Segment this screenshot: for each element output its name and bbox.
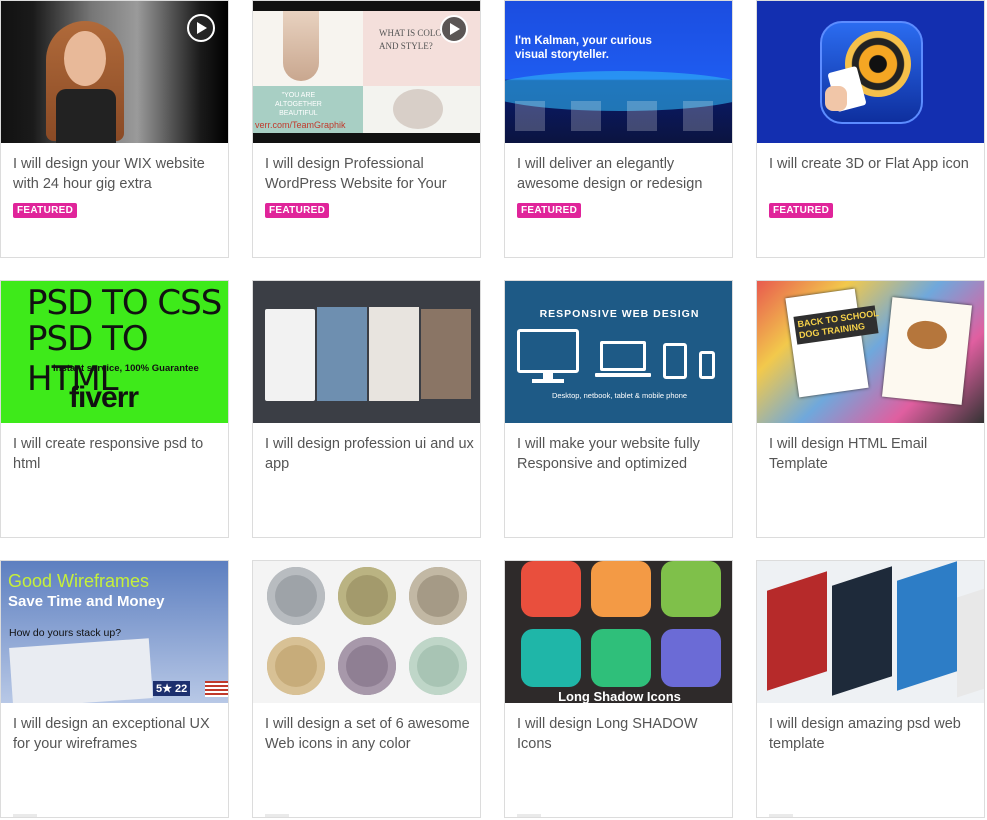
gig-title[interactable]: I will design HTML Email Template bbox=[769, 434, 979, 474]
thumb-line3: Instant service, 100% Guarantee bbox=[53, 363, 199, 374]
gig-title[interactable]: I will create responsive psd to html bbox=[13, 434, 223, 474]
desktop-icon bbox=[517, 329, 579, 373]
gig-title[interactable]: I will deliver an elegantly awesome desi… bbox=[517, 154, 727, 194]
map-pin-icon bbox=[661, 561, 721, 617]
featured-badge: FEATURED bbox=[265, 203, 330, 218]
gig-grid: I will design your WIX website with 24 h… bbox=[0, 0, 987, 820]
thumb-line1: PSD TO CSS bbox=[27, 283, 222, 323]
thumb-heading: WHAT IS COLO AND STYLE? bbox=[379, 28, 442, 51]
gig-card[interactable]: I'm Kalman, your curious visual storytel… bbox=[504, 0, 733, 258]
play-icon[interactable] bbox=[187, 14, 215, 42]
chart-icon bbox=[409, 637, 467, 695]
graduation-cap-icon bbox=[521, 561, 581, 617]
gig-thumbnail[interactable]: Long Shadow Icons bbox=[505, 561, 732, 703]
laptop-icon bbox=[600, 341, 646, 371]
featured-badge: FEATURED bbox=[517, 203, 582, 218]
thumb-quote: "YOU ARE ALTOGETHER BEAUTIFUL bbox=[275, 92, 322, 117]
footer-stub bbox=[517, 814, 541, 817]
gig-card[interactable]: I will design a set of 6 awesome Web ico… bbox=[252, 560, 481, 818]
thumb-line2: Save Time and Money bbox=[8, 593, 165, 610]
featured-badge: FEATURED bbox=[769, 203, 834, 218]
gig-thumbnail[interactable] bbox=[1, 1, 228, 143]
thumb-line1: Good Wireframes bbox=[8, 571, 150, 591]
gig-card[interactable]: BACK TO SCHOOL DOG TRAINING I will desig… bbox=[756, 280, 985, 538]
thumb-line3: How do yours stack up? bbox=[9, 627, 122, 639]
thumb-heading: RESPONSIVE WEB DESIGN bbox=[539, 308, 700, 320]
gig-card[interactable]: I will design profession ui and ux app bbox=[252, 280, 481, 538]
gig-thumbnail[interactable] bbox=[253, 561, 480, 703]
gig-thumbnail[interactable]: PSD TO CSS PSD TO HTML Instant service, … bbox=[1, 281, 228, 423]
diamond-icon bbox=[267, 567, 325, 625]
thumb-url: verr.com/TeamGraphik bbox=[255, 120, 346, 130]
gig-title[interactable]: I will design Long SHADOW Icons bbox=[517, 714, 727, 754]
gig-title[interactable]: I will design profession ui and ux app bbox=[265, 434, 475, 474]
gig-title[interactable]: I will design a set of 6 awesome Web ico… bbox=[265, 714, 475, 754]
phone-icon bbox=[699, 351, 715, 379]
gig-thumbnail[interactable] bbox=[757, 1, 984, 143]
gig-thumbnail[interactable]: BACK TO SCHOOL DOG TRAINING bbox=[757, 281, 984, 423]
rocket-icon bbox=[661, 629, 721, 687]
shop-icon bbox=[338, 567, 396, 625]
gig-title[interactable]: I will design an exceptional UX for your… bbox=[13, 714, 223, 754]
image-icon bbox=[409, 567, 467, 625]
featured-badge: FEATURED bbox=[13, 203, 78, 218]
gig-card[interactable]: WHAT IS COLO AND STYLE? "YOU ARE ALTOGET… bbox=[252, 0, 481, 258]
gig-thumbnail[interactable]: I'm Kalman, your curious visual storytel… bbox=[505, 1, 732, 143]
gig-title[interactable]: I will make your website fully Responsiv… bbox=[517, 434, 727, 474]
bell-icon bbox=[591, 629, 651, 687]
gig-title[interactable]: I will design your WIX website with 24 h… bbox=[13, 154, 223, 194]
gig-card[interactable]: Long Shadow Icons I will design Long SHA… bbox=[504, 560, 733, 818]
thumb-headline: I'm Kalman, your curious visual storytel… bbox=[515, 35, 652, 61]
gig-thumbnail[interactable] bbox=[253, 281, 480, 423]
gig-card[interactable]: Good Wireframes Save Time and Money How … bbox=[0, 560, 229, 818]
gig-card[interactable]: PSD TO CSS PSD TO HTML Instant service, … bbox=[0, 280, 229, 538]
gig-title[interactable]: I will design amazing psd web template bbox=[769, 714, 979, 754]
gig-card[interactable]: I will design amazing psd web template bbox=[756, 560, 985, 818]
footer-stub bbox=[265, 814, 289, 817]
gig-title[interactable]: I will design Professional WordPress Web… bbox=[265, 154, 475, 194]
infinity-icon bbox=[521, 629, 581, 687]
cart-icon bbox=[267, 637, 325, 695]
footer-stub bbox=[769, 814, 793, 817]
gig-card[interactable]: I will design your WIX website with 24 h… bbox=[0, 0, 229, 258]
plant-icon bbox=[338, 637, 396, 695]
gig-thumbnail[interactable]: RESPONSIVE WEB DESIGN Desktop, netbook, … bbox=[505, 281, 732, 423]
footer-stub bbox=[13, 814, 37, 817]
gig-thumbnail[interactable]: Good Wireframes Save Time and Money How … bbox=[1, 561, 228, 703]
play-icon[interactable] bbox=[440, 15, 468, 43]
flag-icon bbox=[205, 681, 228, 697]
gig-thumbnail[interactable] bbox=[757, 561, 984, 703]
fiverr-logo: fiverr bbox=[69, 381, 139, 414]
gig-title[interactable]: I will create 3D or Flat App icon bbox=[769, 154, 979, 174]
gig-card[interactable]: I will create 3D or Flat App icon FEATUR… bbox=[756, 0, 985, 258]
bag-icon bbox=[591, 561, 651, 617]
tablet-icon bbox=[663, 343, 687, 379]
gig-thumbnail[interactable]: WHAT IS COLO AND STYLE? "YOU ARE ALTOGET… bbox=[253, 1, 480, 143]
rating-badge: 5★ 22 bbox=[153, 681, 191, 696]
thumb-caption: Long Shadow Icons bbox=[558, 689, 681, 703]
gig-card[interactable]: RESPONSIVE WEB DESIGN Desktop, netbook, … bbox=[504, 280, 733, 538]
thumb-caption: Desktop, netbook, tablet & mobile phone bbox=[551, 391, 688, 400]
